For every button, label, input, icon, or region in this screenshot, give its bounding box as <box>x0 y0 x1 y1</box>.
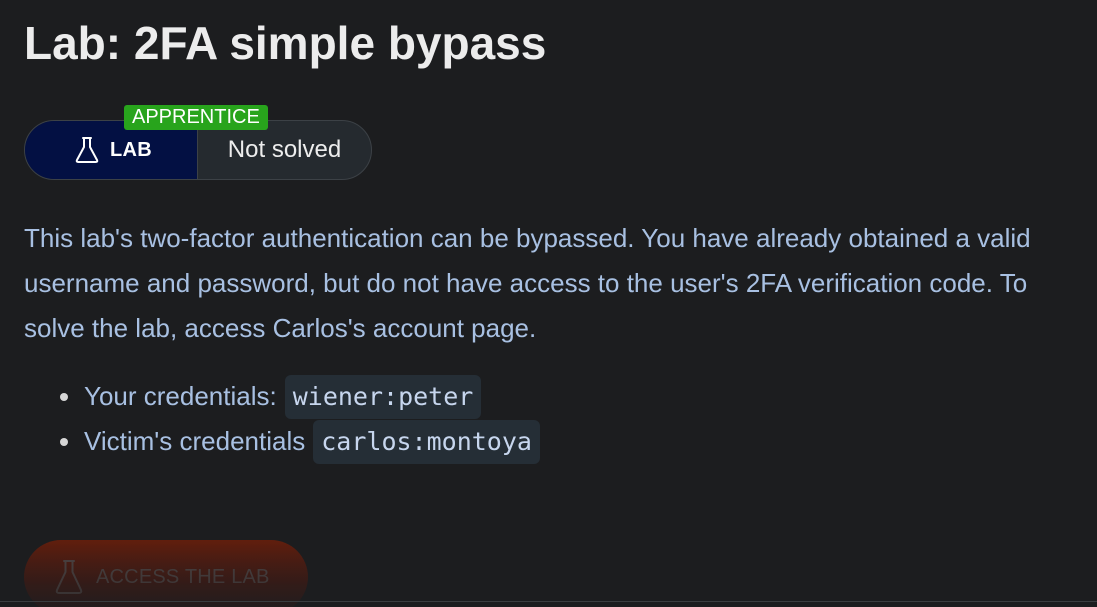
divider <box>0 601 1097 602</box>
flask-icon <box>75 137 99 163</box>
list-item: Victim's credentials carlos:montoya <box>60 419 540 464</box>
flask-icon <box>55 560 83 594</box>
access-lab-button[interactable]: ACCESS THE LAB <box>24 540 308 607</box>
lab-description: This lab's two-factor authentication can… <box>24 223 1031 343</box>
bullet-icon <box>60 438 68 446</box>
level-badge: APPRENTICE <box>124 105 268 130</box>
page-title: Lab: 2FA simple bypass <box>24 17 547 69</box>
bullet-icon <box>60 393 68 401</box>
lab-status-widget: LAB Not solved APPRENTICE <box>24 105 372 180</box>
credential-value: wiener:peter <box>284 374 482 419</box>
lab-label: LAB <box>109 138 152 161</box>
credentials-list: Your credentials: wiener:peter Victim's … <box>60 374 540 464</box>
credential-value: carlos:montoya <box>313 419 540 464</box>
status-text: Not solved <box>227 136 342 163</box>
credential-label: Your credentials: <box>84 381 277 411</box>
list-item: Your credentials: wiener:peter <box>60 374 540 419</box>
access-lab-label: ACCESS THE LAB <box>96 565 270 588</box>
credential-label: Victim's credentials <box>84 426 306 456</box>
